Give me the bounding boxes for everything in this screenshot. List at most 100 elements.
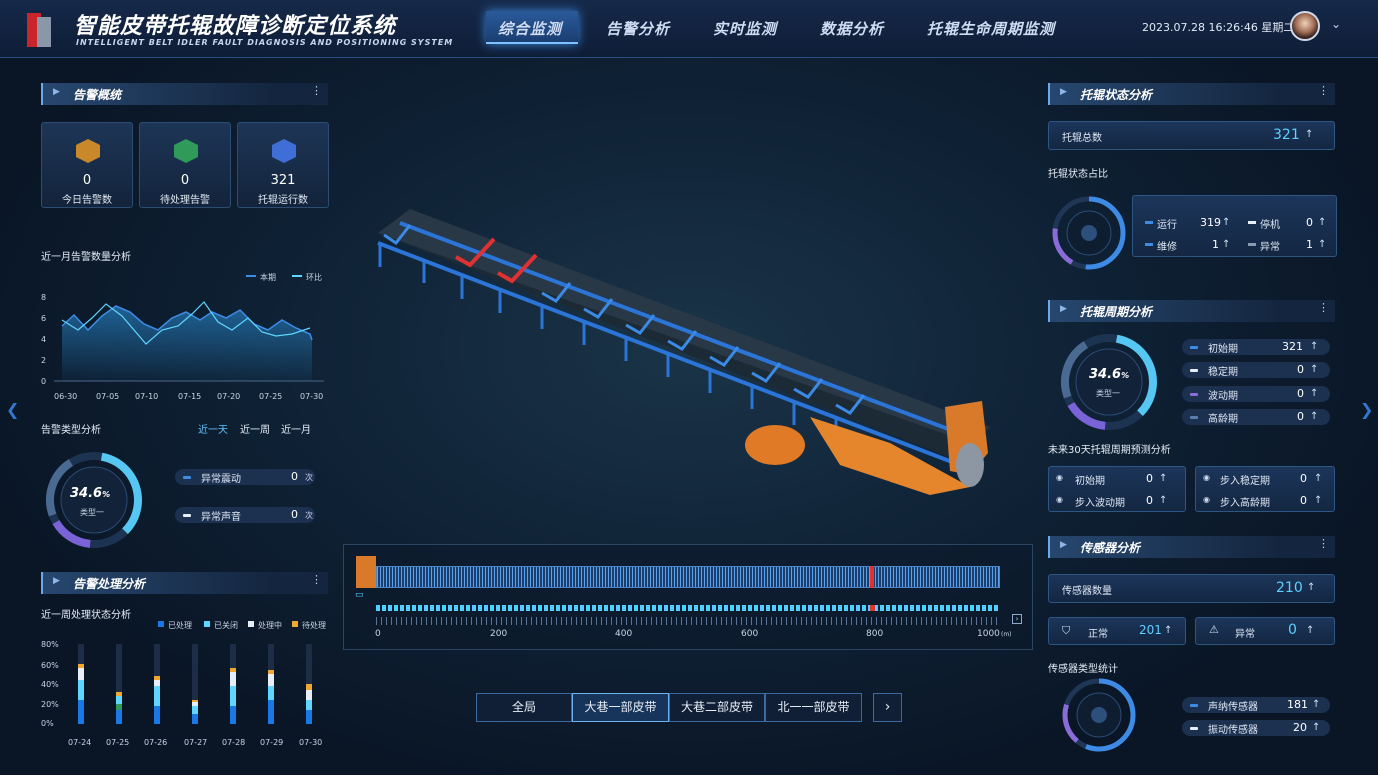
y-tick: 80% [41,640,59,649]
idler-cycle-percent: 34.6% [1089,367,1130,382]
handling-bar-chart [78,644,312,724]
x-tick: 07-10 [135,392,159,401]
x-tick: 07-29 [260,738,284,747]
datetime: 2023.07.28 16:26:46 星期二 [1142,21,1295,34]
more-icon[interactable]: ⋮ [1318,301,1329,314]
idler-cycle-center-label: 类型一 [1096,389,1120,398]
warning-icon [76,139,100,163]
legend-current: 本期 [260,273,276,282]
x-tick: 07-25 [259,392,283,401]
legend-item: 待处理 [302,621,326,630]
tab-lifecycle[interactable]: 托辊生命周期监测 [927,18,1055,39]
tab-month[interactable]: 近一月 [281,421,311,436]
y-tick: 0 [41,377,47,386]
x-tick: 07-27 [184,738,208,747]
y-tick: 40% [41,680,59,689]
tab-comprehensive[interactable]: 综合监测 [498,18,562,39]
right-edge-icon: ❯ [1360,400,1374,419]
dashboard: 智能皮带托辊故障诊断定位系统 INTELLIGENT BELT IDLER FA… [0,0,1378,775]
chart-icon [272,139,296,163]
x-tick: 07-26 [144,738,168,747]
handling-subtitle: 近一周处理状态分析 [41,610,131,621]
today-alarm-card[interactable]: 0 今日告警数 [41,122,133,208]
x-tick: 07-15 [178,392,202,401]
distance-tick: 1000 [977,629,1000,639]
y-tick: 60% [41,661,59,670]
more-icon[interactable]: ⋮ [311,573,322,586]
sensor-title: ▶ 传感器分析 ⋮ [1048,536,1335,558]
alarm-type-row: 异常声音 0次 [175,507,315,523]
more-icon[interactable]: ⋮ [311,84,322,97]
y-tick: 0% [41,719,54,728]
idler-cycle-donut [1061,334,1157,430]
distance-tick: 600 [741,629,759,639]
more-icon[interactable]: ⋮ [1318,537,1329,550]
forecast-title: 未来30天托辊周期预测分析 [1048,445,1171,456]
x-tick: 07-28 [222,738,246,747]
alert-icon: ⚠ [1209,623,1219,636]
distance-ruler [376,617,1000,625]
x-tick: 07-30 [300,392,324,401]
idler-ratio-label: 托辊状态占比 [1048,169,1108,180]
idler-total-box: 托辊总数 321 ↑ [1048,121,1335,150]
belt-idler-strip[interactable] [376,566,1000,588]
app-title: 智能皮带托辊故障诊断定位系统 [74,14,397,39]
forecast-box-left: ◉ 初始期 0 ↑ ◉ 步入波动期 0 ↑ [1048,466,1186,512]
sensor-type-title: 传感器类型统计 [1048,664,1118,675]
sensor-type-gauge [1062,678,1136,752]
y-tick: 8 [41,293,47,302]
header: 智能皮带托辊故障诊断定位系统 INTELLIGENT BELT IDLER FA… [0,0,1378,58]
cycle-row: 高龄期 0 ↑ [1182,409,1330,425]
y-tick: 6 [41,314,47,323]
x-tick: 07-05 [96,392,120,401]
belt-north-button[interactable]: 北一一部皮带 [765,693,862,722]
distance-tick: 800 [866,629,884,639]
alarm-type-row: 异常震动 0次 [175,469,315,485]
x-tick: 07-25 [106,738,130,747]
x-tick: 07-30 [299,738,323,747]
x-tick: 07-24 [68,738,92,747]
sensor-fault-marker[interactable] [870,605,875,611]
tab-realtime[interactable]: 实时监测 [713,18,777,39]
sensor-count-box: 传感器数量 210 ↑ [1048,574,1335,603]
idler-running-card[interactable]: 321 托辊运行数 [237,122,329,208]
belt-1-button[interactable]: 大巷一部皮带 [572,693,669,722]
belt-map-panel [343,544,1033,650]
belt-2-button[interactable]: 大巷二部皮带 [669,693,765,722]
alarm-handling-title: ▶ 告警处理分析 ⋮ [41,572,328,594]
left-edge-icon: ❮ [6,400,20,419]
conveyor-3d-model[interactable] [370,195,1020,505]
legend-item: 已关闭 [214,621,238,630]
distance-tick: 0 [375,629,381,639]
idler-status-title: ▶ 托辊状态分析 ⋮ [1048,83,1335,105]
tab-week[interactable]: 近一周 [240,421,270,436]
more-icon[interactable]: ⋮ [1318,84,1329,97]
distance-unit: (m) [1001,631,1012,638]
y-tick: 20% [41,700,59,709]
tab-day[interactable]: 近一天 [198,421,228,436]
app-subtitle: INTELLIGENT BELT IDLER FAULT DIAGNOSIS A… [76,38,454,47]
cycle-row: 初始期 321 ↑ [1182,339,1330,355]
idler-status-gauge [1052,196,1126,270]
alarm-type-title: 告警类型分析 [41,425,101,436]
logo [27,13,51,47]
pending-alarm-card[interactable]: 0 待处理告警 [139,122,231,208]
cycle-row: 波动期 0 ↑ [1182,386,1330,402]
sensor-type-row: 振动传感器 20 ↑ [1182,720,1330,736]
tab-data-analysis[interactable]: 数据分析 [820,18,884,39]
sensor-abnormal-box: ⚠ 异常 0 ↑ [1195,617,1335,645]
next-belt-button[interactable]: › [873,693,902,722]
monitor-icon: ▭ [355,590,364,600]
fault-marker[interactable] [870,566,874,588]
monthly-chart-title: 近一月告警数量分析 [41,252,131,263]
x-tick: 07-20 [217,392,241,401]
belt-global-button[interactable]: 全局 [476,693,572,722]
shield-icon: ⛉ [1062,624,1071,637]
sensor-strip[interactable] [376,605,1000,611]
x-tick: 06-30 [54,392,78,401]
chevron-down-icon[interactable]: ⌄ [1331,17,1341,31]
scroll-right-icon[interactable]: › [1012,614,1022,624]
y-tick: 4 [41,335,47,344]
tab-alarm-analysis[interactable]: 告警分析 [606,18,670,39]
avatar[interactable] [1290,11,1320,41]
